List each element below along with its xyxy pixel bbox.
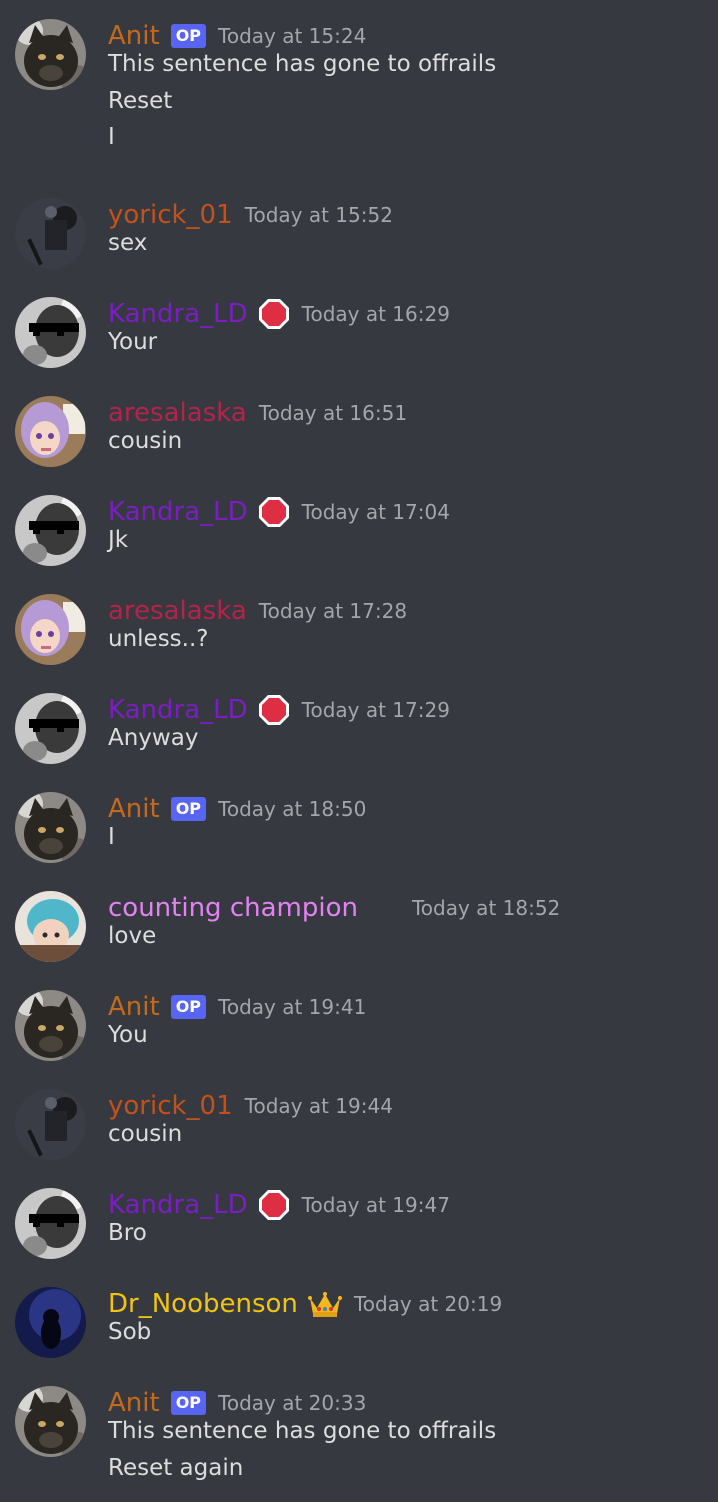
chat-message-list: Anit OP Today at 15:24 This sentence has go… [0, 0, 718, 1502]
timestamp: Today at 16:29 [301, 302, 450, 326]
stop-sign-icon [258, 298, 290, 330]
message-header: Dr_Noobenson Today at 20:19 [108, 1287, 502, 1321]
message-text: I [108, 824, 115, 850]
message-text: cousin [108, 1121, 183, 1147]
avatar[interactable] [15, 198, 86, 269]
crown-icon [307, 1290, 342, 1318]
avatar[interactable] [15, 990, 86, 1061]
message-text: love [108, 923, 157, 949]
message-content: You [108, 1017, 148, 1054]
op-badge: OP [170, 797, 207, 821]
message-content: Sob [108, 1314, 151, 1351]
timestamp: Today at 18:50 [218, 797, 367, 821]
avatar[interactable] [15, 396, 86, 467]
timestamp: Today at 15:52 [244, 203, 393, 227]
timestamp: Today at 20:33 [218, 1391, 367, 1415]
message-text: Jk [108, 527, 129, 553]
message-text: This sentence has gone to offrails [108, 1418, 497, 1444]
message-text: This sentence has gone to offrails [108, 51, 497, 77]
message-text: cousin [108, 428, 183, 454]
message-content: sex [108, 225, 147, 262]
message-content: This sentence has gone to offrails Reset I [108, 46, 496, 156]
avatar[interactable] [15, 297, 86, 368]
avatar[interactable] [15, 594, 86, 665]
timestamp: Today at 20:19 [353, 1292, 503, 1316]
avatar[interactable] [15, 495, 86, 566]
message-content: cousin [108, 423, 182, 460]
message-text: Reset again [108, 1454, 244, 1481]
message-content: love [108, 918, 156, 955]
avatar[interactable] [15, 1188, 86, 1259]
message-header: Anit OP Today at 18:50 [108, 792, 366, 826]
message-text: I [108, 124, 115, 150]
message-text: You [108, 1022, 148, 1048]
avatar[interactable] [15, 1386, 86, 1457]
timestamp: Today at 17:29 [301, 698, 450, 722]
message-text: Anyway [108, 725, 199, 751]
stop-sign-icon [258, 496, 290, 528]
op-badge: OP [170, 24, 207, 48]
timestamp: Today at 15:24 [218, 24, 367, 48]
avatar[interactable] [15, 792, 86, 863]
avatar[interactable] [15, 1089, 86, 1160]
message-header: Kandra_LD Today at 16:29 [108, 297, 450, 331]
message-text: unless..? [108, 626, 209, 652]
message-header: Kandra_LD Today at 17:04 [108, 495, 450, 529]
avatar[interactable] [15, 19, 86, 90]
username[interactable]: Kandra_LD [108, 497, 248, 527]
message-content: This sentence has gone to offrails Reset … [108, 1413, 496, 1486]
op-badge: OP [170, 1391, 207, 1415]
message-content: I [108, 819, 115, 856]
message-header: counting champion Today at 18:52 [108, 891, 560, 925]
message-content: Anyway [108, 720, 198, 757]
timestamp: Today at 16:51 [258, 401, 408, 425]
stop-sign-icon [258, 694, 290, 726]
timestamp: Today at 19:41 [218, 995, 367, 1019]
message-text: Reset [108, 87, 173, 114]
timestamp: Today at 18:52 [411, 896, 561, 920]
timestamp: Today at 19:44 [244, 1094, 393, 1118]
avatar[interactable] [15, 891, 86, 962]
avatar[interactable] [15, 1287, 86, 1358]
message-header: yorick_01 Today at 15:52 [108, 198, 393, 232]
username[interactable]: Anit [108, 794, 160, 824]
message-content: Bro [108, 1215, 147, 1252]
message-content: unless..? [108, 621, 209, 658]
timestamp: Today at 17:28 [258, 599, 408, 623]
timestamp: Today at 19:47 [301, 1193, 450, 1217]
message-content: Your [108, 324, 157, 361]
op-badge: OP [170, 995, 207, 1019]
message-text: Your [108, 329, 158, 355]
stop-sign-icon [258, 1189, 290, 1221]
message-text: Bro [108, 1220, 147, 1246]
timestamp: Today at 17:04 [301, 500, 450, 524]
message-content: Jk [108, 522, 128, 559]
message-header: Kandra_LD Today at 19:47 [108, 1188, 450, 1222]
message-text: Sob [108, 1319, 152, 1345]
avatar[interactable] [15, 693, 86, 764]
message-content: cousin [108, 1116, 182, 1153]
message-text: sex [108, 230, 148, 256]
